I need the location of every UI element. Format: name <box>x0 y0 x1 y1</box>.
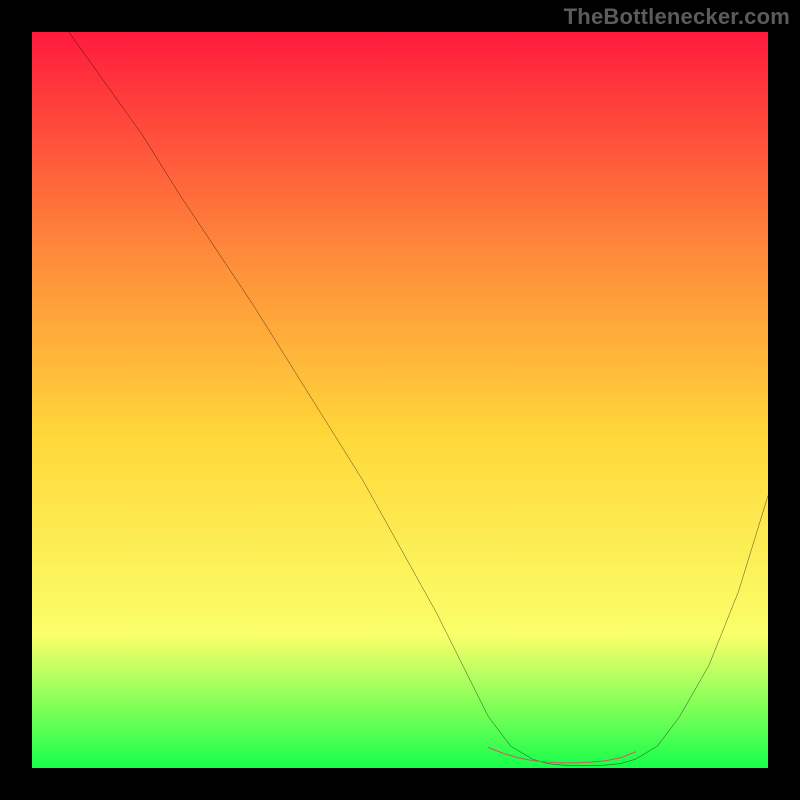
watermark-label: TheBottlenecker.com <box>564 4 790 30</box>
chart-frame: { "watermark": "TheBottlenecker.com", "c… <box>0 0 800 800</box>
gradient-background <box>32 32 768 768</box>
bottleneck-curve-chart <box>32 32 768 768</box>
